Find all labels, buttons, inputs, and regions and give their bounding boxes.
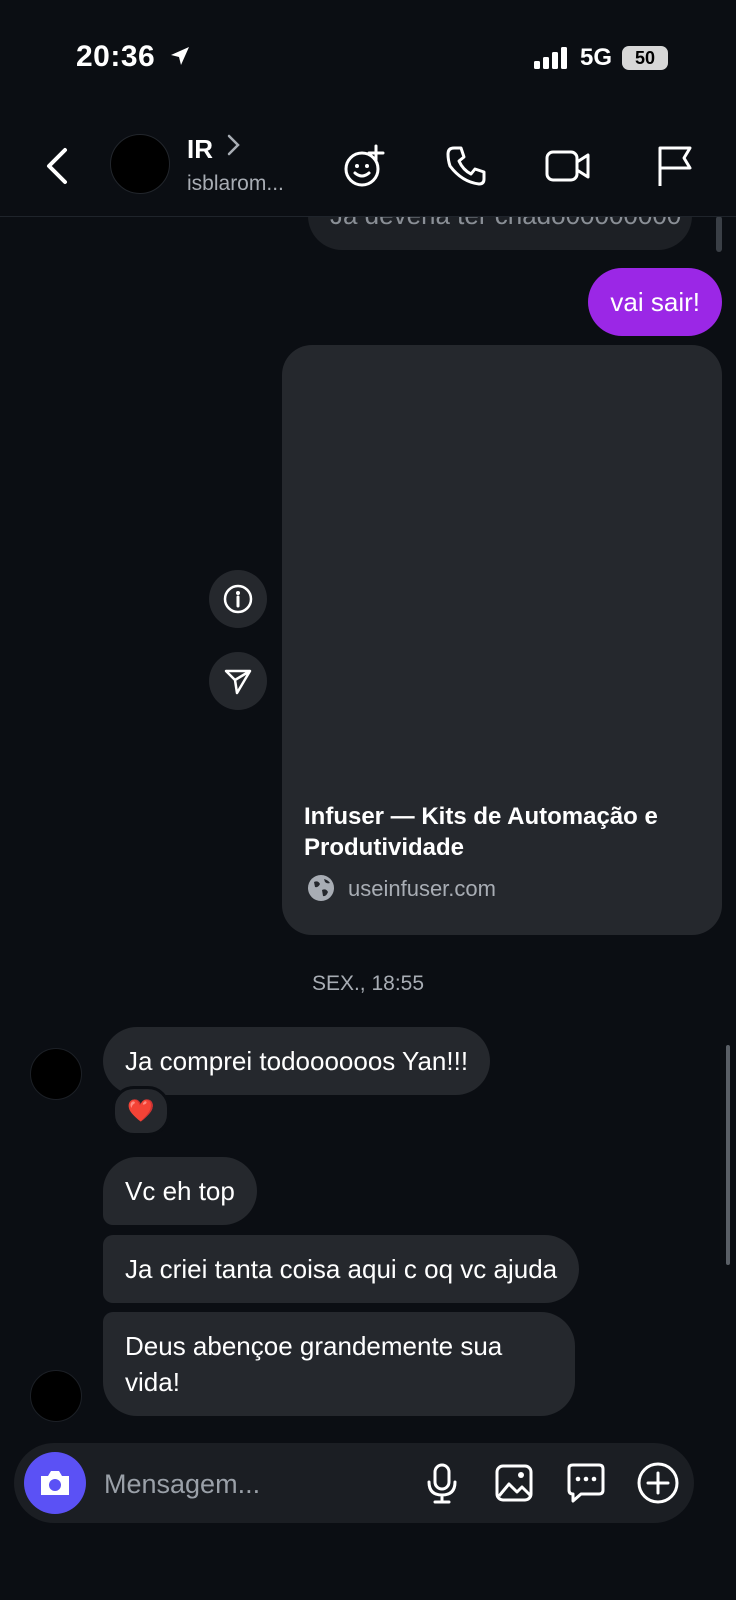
info-icon <box>223 584 253 614</box>
status-time: 20:36 <box>76 40 192 74</box>
camera-button[interactable] <box>24 1452 86 1514</box>
more-button[interactable] <box>632 1457 684 1509</box>
link-card-title: Infuser — Kits de Automação e Produtivid… <box>304 803 658 861</box>
chat-header: IR isblarom... <box>0 120 736 217</box>
video-call-button[interactable] <box>542 140 594 192</box>
link-card-domain: useinfuser.com <box>348 876 496 901</box>
contact-handle[interactable]: isblarom... <box>187 172 284 196</box>
video-icon <box>545 150 590 182</box>
incoming-message[interactable]: Ja criei tanta coisa aqui c oq vc ajuda <box>103 1235 580 1303</box>
info-button[interactable] <box>209 570 267 628</box>
voice-button[interactable] <box>416 1457 468 1509</box>
sticker-chat-icon <box>567 1463 605 1503</box>
share-button[interactable] <box>209 652 267 710</box>
phone-icon <box>446 146 486 186</box>
globe-icon <box>306 873 336 908</box>
scrollbar[interactable] <box>726 1045 730 1265</box>
heart-reaction[interactable]: ❤️ <box>112 1086 170 1136</box>
chevron-right-icon <box>226 132 242 165</box>
message-input[interactable] <box>102 1463 406 1505</box>
incoming-message[interactable]: Vc eh top <box>103 1157 257 1225</box>
location-arrow-icon <box>171 47 190 65</box>
incoming-message[interactable]: Deus abençoe grandemente sua vida! <box>103 1312 575 1416</box>
gallery-icon <box>495 1464 533 1502</box>
contact-avatar[interactable] <box>110 134 170 194</box>
send-icon <box>224 669 252 695</box>
heart-icon: ❤️ <box>127 1098 155 1124</box>
call-button[interactable] <box>440 140 492 192</box>
sticker-add-button[interactable] <box>340 140 392 192</box>
sender-avatar[interactable] <box>30 1370 82 1422</box>
mic-icon <box>427 1463 457 1504</box>
back-icon <box>47 148 67 184</box>
status-indicators: 5G 50 <box>533 44 668 72</box>
camera-icon <box>41 1471 69 1495</box>
battery-indicator: 50 <box>622 46 668 70</box>
link-preview-card[interactable]: Infuser — Kits de Automação e Produtivid… <box>282 345 722 935</box>
report-button[interactable] <box>648 140 700 192</box>
scrollbar-top[interactable] <box>716 216 722 252</box>
outgoing-message[interactable]: vai sair! <box>588 268 722 336</box>
flag-icon <box>658 146 692 186</box>
message-composer <box>14 1443 694 1523</box>
signal-icon <box>533 47 567 69</box>
incoming-message[interactable]: Ja comprei todoooooos Yan!!! <box>103 1027 491 1095</box>
gallery-button[interactable] <box>488 1457 540 1509</box>
sticker-chat-button[interactable] <box>560 1457 612 1509</box>
sender-avatar[interactable] <box>30 1048 82 1100</box>
chat-timestamp: SEX., 18:55 <box>311 972 425 995</box>
plus-icon <box>637 1462 679 1504</box>
back-button[interactable] <box>32 140 84 192</box>
sticker-add-icon <box>344 144 385 187</box>
network-label: 5G <box>579 44 612 71</box>
contact-name[interactable]: IR <box>187 134 213 165</box>
